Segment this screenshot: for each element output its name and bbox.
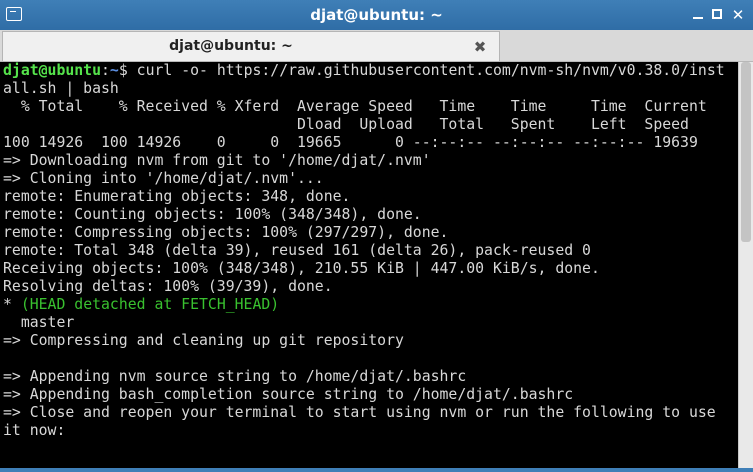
- prompt-path: ~: [109, 62, 119, 79]
- prompt-separator: :: [101, 62, 110, 79]
- output-line: 100 14926 100 14926 0 0 19665 0 --:--:--…: [3, 134, 698, 151]
- output-line: it now:: [3, 422, 66, 439]
- tab-close-icon[interactable]: ✖: [471, 38, 489, 56]
- head-detached-text: (HEAD detached at FETCH_HEAD): [11, 296, 280, 313]
- tab-label: djat@ubuntu: ~: [169, 38, 293, 54]
- output-line: Receiving objects: 100% (348/348), 210.5…: [3, 260, 600, 277]
- head-star: *: [3, 296, 12, 313]
- output-line: => Downloading nvm from git to '/home/dj…: [3, 152, 431, 169]
- output-line: remote: Total 348 (delta 39), reused 161…: [3, 242, 591, 259]
- output-line: => Close and reopen your terminal to sta…: [3, 404, 716, 421]
- output-line: => Appending nvm source string to /home/…: [3, 368, 467, 385]
- output-line: remote: Compressing objects: 100% (297/2…: [3, 224, 449, 241]
- output-line: Dload Upload Total Spent Left Speed: [3, 116, 689, 133]
- tab-bar: djat@ubuntu: ~ ✖: [0, 30, 753, 62]
- output-line: => Cloning into '/home/djat/.nvm'...: [3, 170, 324, 187]
- scrollbar-thumb[interactable]: [741, 62, 751, 242]
- window-bottom-border: [0, 468, 753, 472]
- output-line: Resolving deltas: 100% (39/39), done.: [3, 278, 333, 295]
- output-line: => Compressing and cleaning up git repos…: [3, 332, 404, 349]
- output-line: => Appending bash_completion source stri…: [3, 386, 574, 403]
- title-bar[interactable]: djat@ubuntu: ~ ✕: [0, 0, 753, 30]
- prompt-symbol: $: [118, 62, 137, 79]
- maximize-icon[interactable]: [708, 5, 728, 25]
- head-detached-line: * (HEAD detached at FETCH_HEAD): [3, 296, 738, 314]
- output-line: % Total % Received % Xferd Average Speed…: [3, 98, 707, 115]
- command-line: djat@ubuntu:~$ curl -o- https://raw.gith…: [3, 62, 738, 80]
- minimize-icon[interactable]: [688, 5, 708, 25]
- output-line: remote: Enumerating objects: 348, done.: [3, 188, 351, 205]
- vertical-scrollbar[interactable]: [738, 62, 753, 468]
- window-title: djat@ubuntu: ~: [310, 6, 443, 24]
- terminal-window: djat@ubuntu: ~ ✕ djat@ubuntu: ~ ✖ djat@u…: [0, 0, 753, 472]
- tab-terminal[interactable]: djat@ubuntu: ~ ✖: [2, 31, 500, 61]
- output-line: master: [3, 314, 75, 331]
- close-icon[interactable]: ✕: [728, 5, 748, 25]
- command-text: curl -o- https://raw.githubusercontent.c…: [136, 62, 725, 79]
- output-line: remote: Counting objects: 100% (348/348)…: [3, 206, 422, 223]
- prompt-user: djat@ubuntu: [3, 62, 101, 79]
- terminal-output[interactable]: djat@ubuntu:~$ curl -o- https://raw.gith…: [3, 62, 738, 468]
- command-line-wrap: all.sh | bash: [3, 80, 119, 97]
